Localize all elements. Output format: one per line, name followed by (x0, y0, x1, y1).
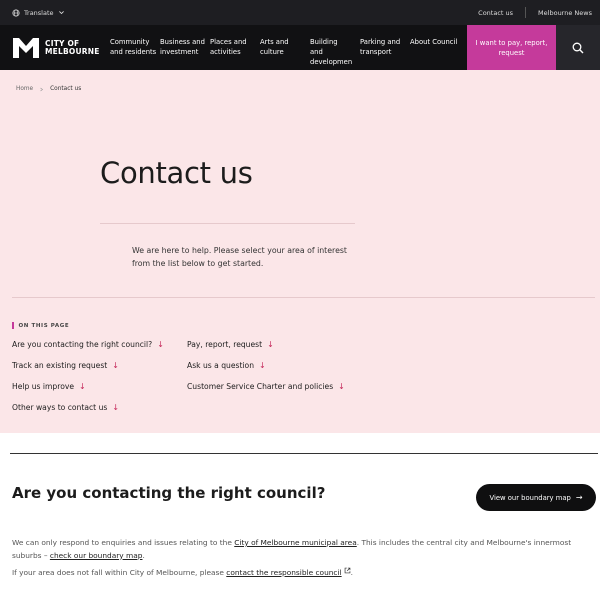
utility-separator (525, 7, 527, 18)
jump-link-label: Ask us a question (187, 361, 255, 370)
nav-items: Community and residents Business and inv… (110, 25, 460, 70)
chevron-down-icon (58, 11, 64, 15)
title-divider (100, 223, 355, 224)
view-boundary-map-button[interactable]: View our boundary map → (476, 484, 596, 511)
arrow-right-icon: → (575, 493, 583, 502)
pay-report-request-button[interactable]: I want to pay, report, request (467, 25, 556, 70)
boundary-paragraph: We can only respond to enquiries and iss… (12, 537, 598, 562)
jump-link-other-ways[interactable]: Other ways to contact us ↓ (12, 403, 119, 412)
boundary-map-link[interactable]: check our boundary map (50, 551, 143, 560)
municipal-area-link[interactable]: City of Melbourne municipal area (234, 538, 357, 547)
content-divider (10, 453, 598, 454)
jump-link-track-request[interactable]: Track an existing request ↓ (12, 361, 119, 370)
jump-link-label: Other ways to contact us (12, 403, 108, 412)
nav-item-building[interactable]: Building and development (310, 25, 352, 70)
search-button[interactable] (556, 25, 600, 70)
hero-section: Home Contact us Contact us We are here t… (0, 70, 600, 433)
boundary-map-label: View our boundary map (489, 493, 571, 502)
paragraph-text: If your area does not fall within City o… (12, 568, 227, 577)
jump-link-label: Track an existing request (12, 361, 108, 370)
nav-item-parking[interactable]: Parking and transport (360, 25, 410, 70)
other-council-paragraph: If your area does not fall within City o… (12, 567, 598, 580)
arrow-down-icon: ↓ (338, 382, 345, 391)
nav-item-places[interactable]: Places and activities (210, 25, 260, 70)
paragraph-text: We can only respond to enquiries and iss… (12, 538, 235, 547)
arrow-down-icon: ↓ (112, 361, 119, 370)
logo-wordmark: CITY OF MELBOURNE (45, 39, 100, 56)
utility-bar: Translate Contact us Melbourne News (0, 0, 600, 25)
section-divider (12, 297, 595, 298)
accent-bar (12, 322, 14, 329)
m-logo-icon (13, 37, 39, 58)
search-icon (572, 42, 584, 53)
utility-contact-link[interactable]: Contact us (478, 9, 513, 17)
jump-link-right-council[interactable]: Are you contacting the right council? ↓ (12, 340, 164, 349)
chevron-right-icon (40, 87, 44, 91)
jump-link-service-charter[interactable]: Customer Service Charter and policies ↓ (187, 382, 345, 391)
breadcrumb-current: Contact us (50, 86, 82, 92)
main-nav: CITY OF MELBOURNE Community and resident… (0, 25, 600, 70)
arrow-down-icon: ↓ (157, 340, 164, 349)
arrow-down-icon: ↓ (112, 403, 120, 412)
jump-link-help-improve[interactable]: Help us improve ↓ (12, 382, 86, 391)
jump-link-ask-question[interactable]: Ask us a question ↓ (187, 361, 266, 370)
translate-button[interactable]: Translate (12, 9, 65, 17)
breadcrumb: Home Contact us (16, 86, 81, 92)
on-this-page-label: ON THIS PAGE (18, 322, 70, 329)
globe-icon (12, 8, 20, 17)
page-title: Contact us (100, 156, 253, 190)
jump-link-label: Pay, report, request (187, 340, 263, 349)
nav-item-about[interactable]: About Council (410, 25, 460, 70)
intro-text: We are here to help. Please select your … (132, 246, 347, 268)
on-this-page-heading: ON THIS PAGE (12, 322, 69, 329)
arrow-down-icon: ↓ (259, 361, 266, 370)
nav-item-arts[interactable]: Arts and culture (260, 25, 310, 70)
paragraph-text: . (350, 568, 353, 577)
translate-label: Translate (24, 8, 54, 17)
city-logo[interactable]: CITY OF MELBOURNE (0, 25, 110, 70)
jump-link-label: Customer Service Charter and policies (187, 382, 334, 391)
jump-link-label: Are you contacting the right council? (12, 340, 153, 349)
nav-item-business[interactable]: Business and investment (160, 25, 210, 70)
paragraph-text: . (142, 550, 145, 560)
jump-link-label: Help us improve (12, 382, 75, 391)
external-link-icon (344, 567, 350, 574)
responsible-council-link[interactable]: contact the responsible council (226, 568, 341, 577)
breadcrumb-home[interactable]: Home (16, 86, 33, 92)
utility-news-link[interactable]: Melbourne News (538, 9, 592, 17)
arrow-down-icon: ↓ (79, 382, 86, 391)
nav-item-community[interactable]: Community and residents (110, 25, 160, 70)
arrow-down-icon: ↓ (267, 340, 274, 349)
section-heading: Are you contacting the right council? (12, 484, 326, 502)
logo-line-2: MELBOURNE (45, 46, 100, 56)
jump-link-pay-report[interactable]: Pay, report, request ↓ (187, 340, 274, 349)
